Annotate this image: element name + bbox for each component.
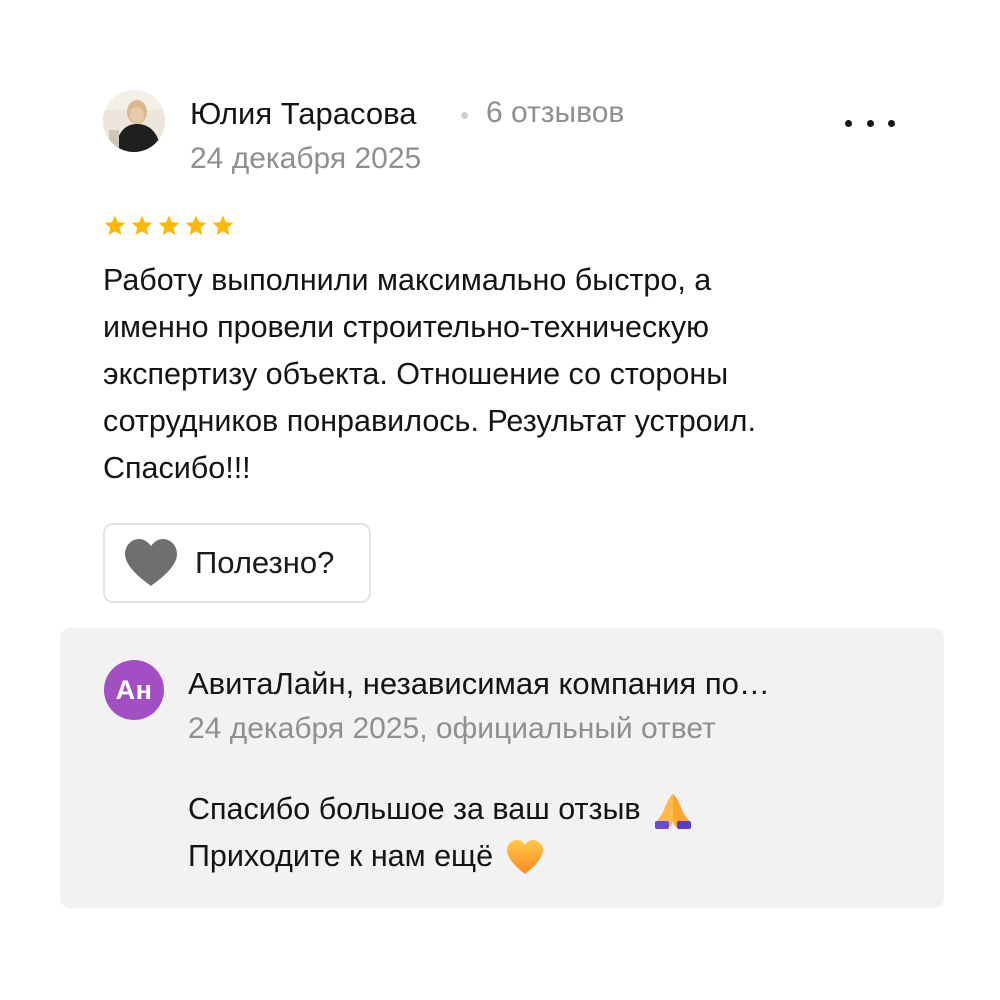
company-name[interactable]: АвитаЛайн, независимая компания по… bbox=[188, 666, 770, 702]
author-review-count[interactable]: 6 отзывов bbox=[486, 96, 624, 130]
folded-hands-emoji bbox=[654, 793, 691, 829]
review-header: Юлия Тарасова 6 отзывов 24 декабря 2025 bbox=[103, 90, 903, 190]
more-dot bbox=[888, 119, 895, 127]
star-icon bbox=[104, 215, 126, 235]
more-dot bbox=[866, 119, 874, 127]
orange-heart-emoji bbox=[507, 839, 544, 874]
separator-dot bbox=[461, 112, 468, 119]
reply-line-2: Приходите к нам ещё bbox=[188, 833, 693, 880]
avatar-photo bbox=[103, 90, 165, 152]
reply-line-2-text: Приходите к нам ещё bbox=[188, 839, 494, 873]
reply-text: Спасибо большое за ваш отзыв Приходите к… bbox=[188, 786, 693, 880]
reply-meta: 24 декабря 2025, официальный ответ bbox=[188, 712, 716, 745]
rating-stars bbox=[103, 214, 235, 242]
reply-line-1-text: Спасибо большое за ваш отзыв bbox=[188, 792, 641, 826]
star-icon bbox=[212, 215, 234, 235]
review-card: Юлия Тарасова 6 отзывов 24 декабря 2025 bbox=[103, 90, 903, 190]
more-options-button[interactable] bbox=[845, 108, 895, 138]
star-icon bbox=[158, 215, 180, 235]
more-horizontal-icon bbox=[845, 119, 852, 127]
star-icon bbox=[131, 215, 153, 235]
star-icon bbox=[185, 215, 207, 235]
author-name[interactable]: Юлия Тарасова bbox=[190, 96, 416, 132]
helpful-button[interactable]: Полезно? bbox=[103, 523, 371, 603]
company-avatar[interactable]: Ан bbox=[104, 660, 164, 720]
author-avatar[interactable] bbox=[103, 90, 165, 152]
review-text: Работу выполнили максимально быстро, а и… bbox=[103, 263, 756, 485]
review-date: 24 декабря 2025 bbox=[190, 142, 422, 175]
heart-icon bbox=[125, 539, 177, 586]
company-reply: Ан АвитаЛайн, независимая компания по… 2… bbox=[60, 628, 944, 908]
reply-line-1: Спасибо большое за ваш отзыв bbox=[188, 786, 693, 833]
helpful-label: Полезно? bbox=[195, 545, 335, 580]
